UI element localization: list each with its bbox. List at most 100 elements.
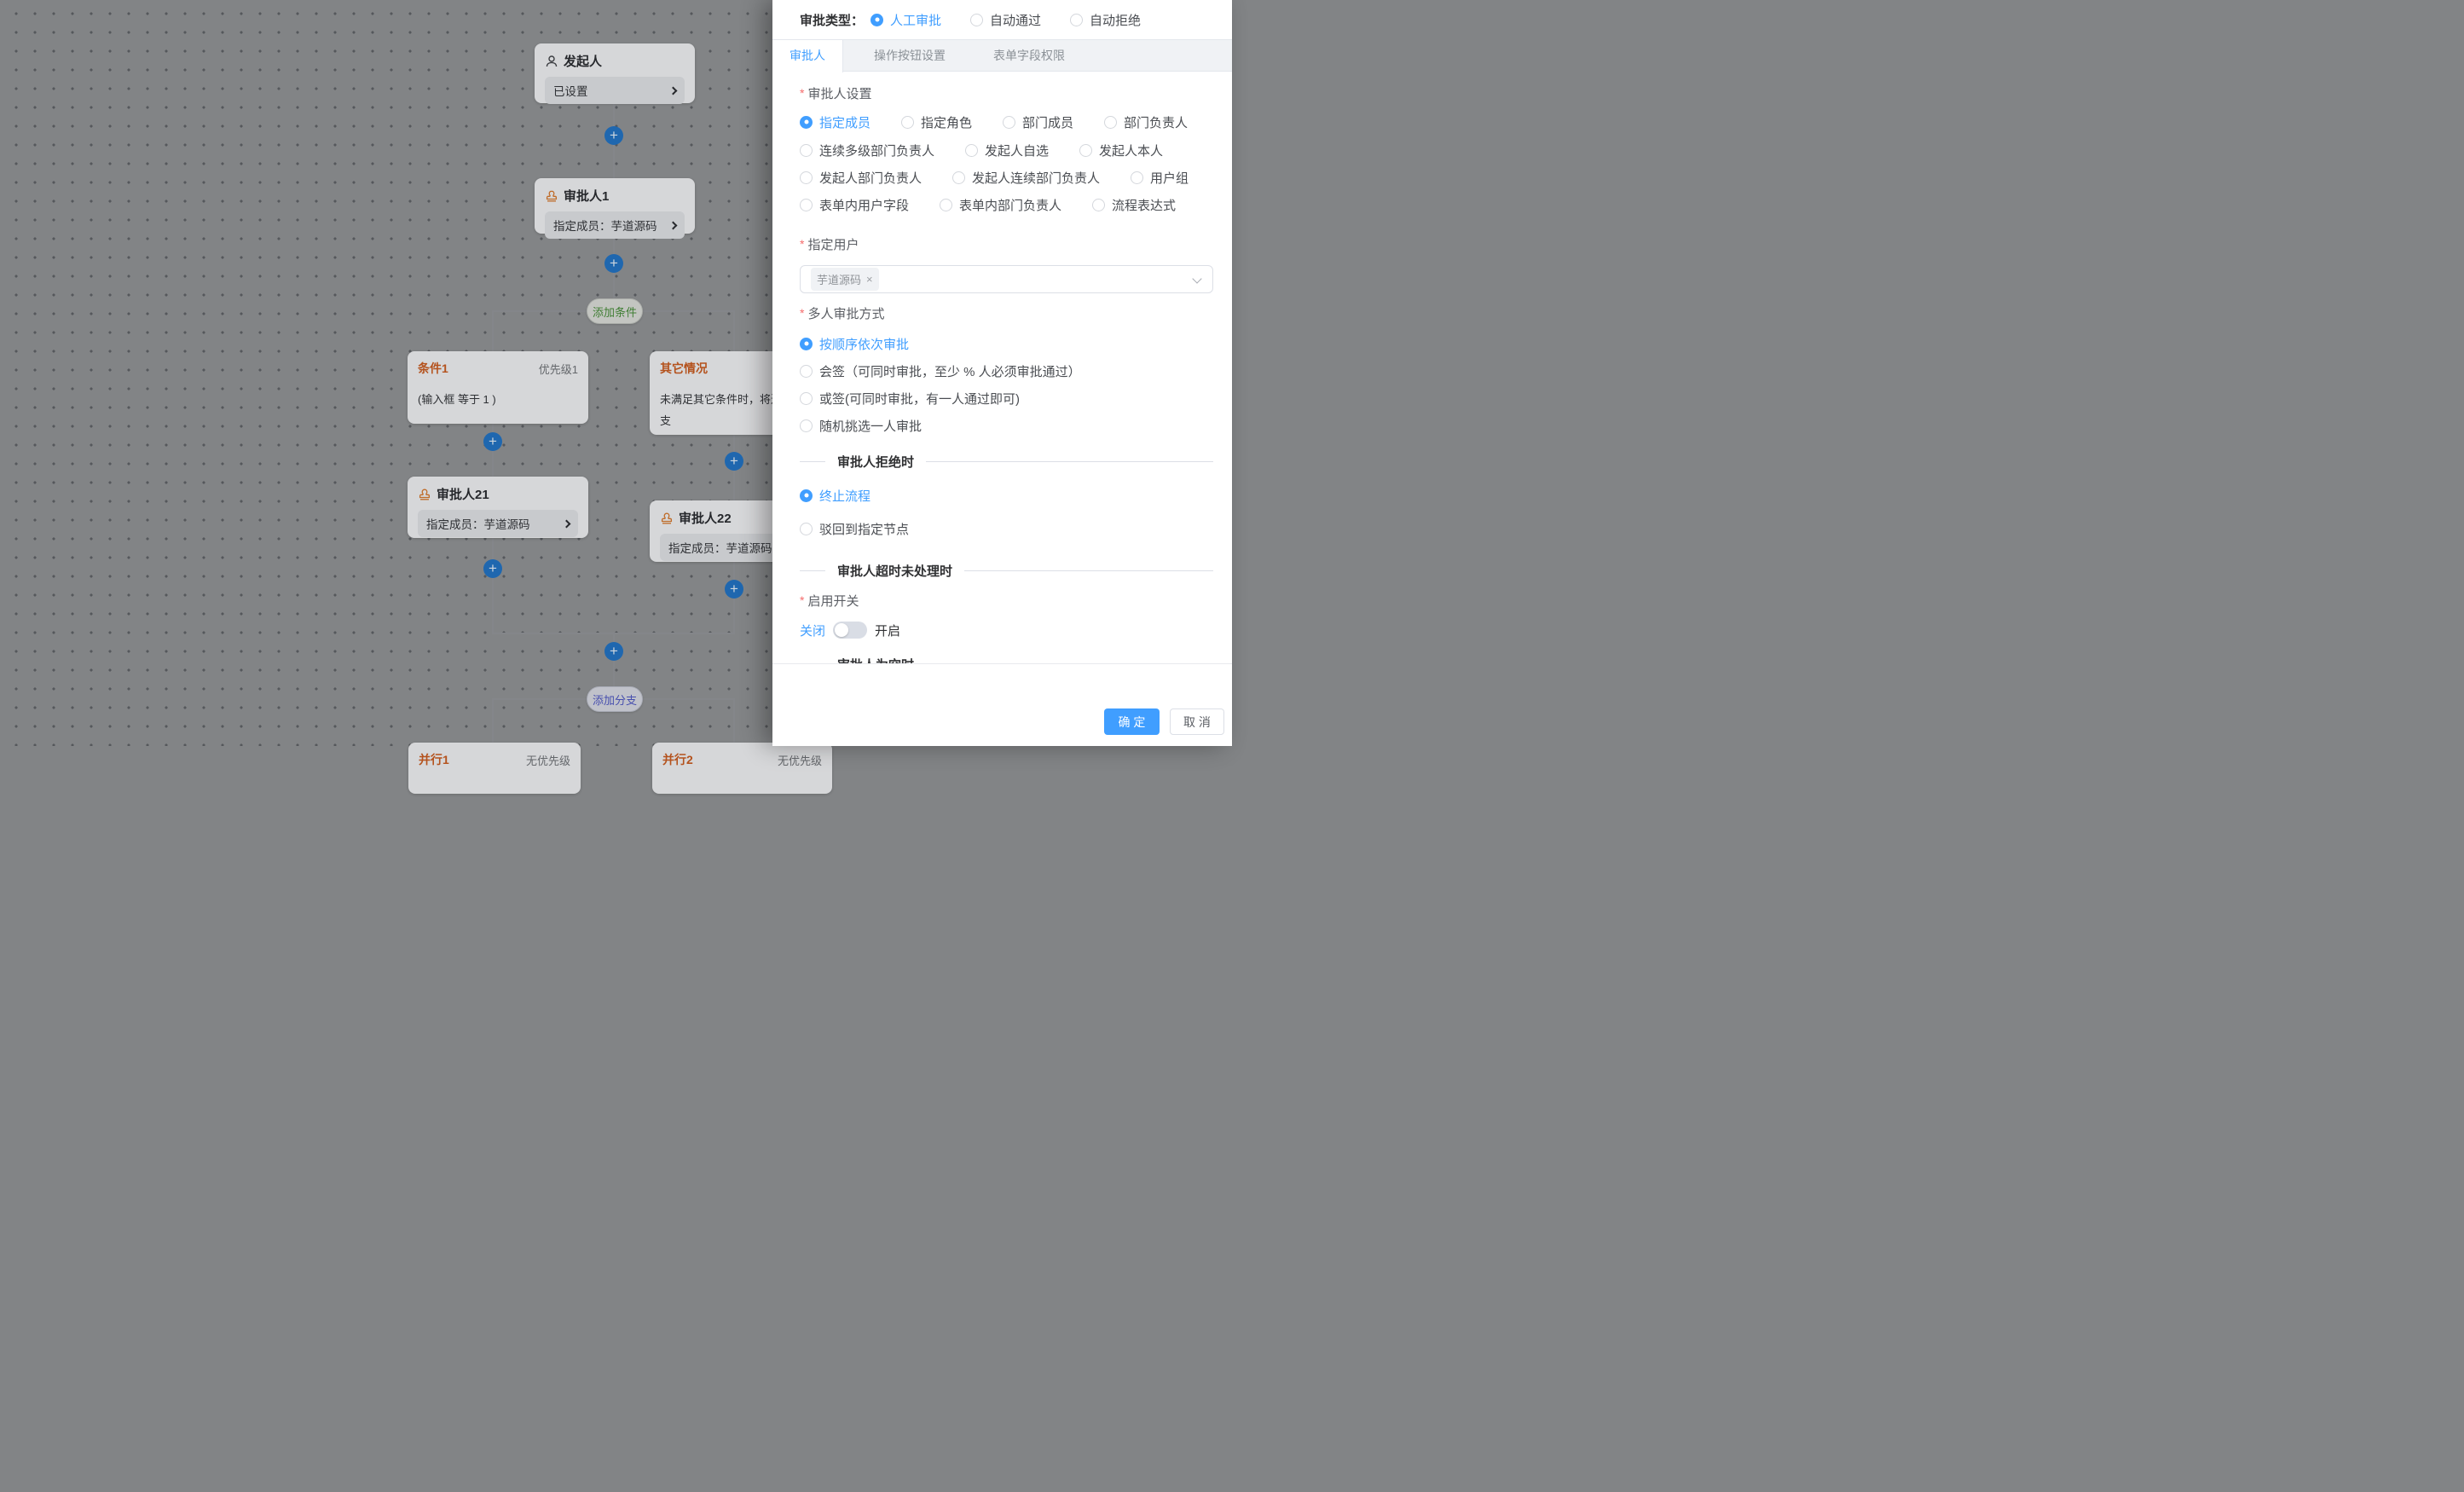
stamp-icon	[660, 512, 674, 525]
empty-approver-section-title: 审批人为空时	[837, 656, 914, 665]
connector-line	[492, 698, 494, 743]
node-config-row[interactable]: 指定成员：芋道源码	[418, 510, 578, 537]
tab-form-field-permission[interactable]: 表单字段权限	[976, 40, 1082, 72]
add-node-button[interactable]	[725, 452, 743, 471]
radio-dot-icon	[800, 489, 813, 502]
radio-dot-icon	[1079, 144, 1092, 157]
approver-setting-label: * 审批人设置	[800, 84, 1213, 103]
switch-off-label: 关闭	[800, 622, 825, 639]
drawer-body: * 审批人设置 指定成员 指定角色 部门成员 部门负责人	[772, 72, 1232, 664]
radio-return-to-node[interactable]: 驳回到指定节点	[800, 520, 909, 538]
add-node-button[interactable]	[604, 126, 623, 145]
tab-approver[interactable]: 审批人	[772, 40, 843, 72]
condition-priority: 优先级1	[539, 361, 578, 377]
add-node-button[interactable]	[483, 559, 502, 578]
radio-form-dept-leader[interactable]: 表单内部门负责人	[940, 196, 1061, 214]
radio-auto-reject[interactable]: 自动拒绝	[1070, 11, 1141, 29]
radio-multi-level-dept-leader[interactable]: 连续多级部门负责人	[800, 142, 934, 159]
radio-random-one[interactable]: 随机挑选一人审批	[800, 417, 922, 435]
radio-manual-approve[interactable]: 人工审批	[870, 11, 941, 29]
radio-user-group[interactable]: 用户组	[1131, 169, 1189, 187]
radio-dot-icon	[800, 523, 813, 535]
cancel-button[interactable]: 取 消	[1170, 708, 1224, 735]
chevron-right-icon	[669, 221, 678, 229]
radio-initiator-multi-dept-leader[interactable]: 发起人连续部门负责人	[952, 169, 1100, 187]
radio-assigned-role[interactable]: 指定角色	[901, 113, 972, 131]
stamp-icon	[418, 488, 431, 501]
radio-initiator-self[interactable]: 发起人本人	[1079, 142, 1163, 159]
radio-assigned-member[interactable]: 指定成员	[800, 113, 870, 131]
radio-dot-icon	[952, 171, 965, 184]
add-node-button[interactable]	[483, 432, 502, 451]
branch-priority: 无优先级	[778, 752, 822, 768]
approver-node-1[interactable]: 审批人1 指定成员：芋道源码	[535, 178, 695, 234]
branch-title: 并行2	[662, 751, 693, 768]
radio-dot-icon	[800, 392, 813, 405]
radio-dot-icon	[800, 116, 813, 129]
add-node-button[interactable]	[604, 642, 623, 661]
drawer-footer: 确 定 取 消	[1104, 708, 1224, 735]
enable-switch-label: * 启用开关	[800, 592, 1213, 610]
start-node[interactable]: 发起人 已设置	[535, 43, 695, 103]
node-title: 发起人	[564, 52, 602, 70]
parallel-node-2[interactable]: 并行2 无优先级	[652, 743, 832, 794]
approve-type-label: 审批类型：	[800, 11, 864, 29]
timeout-section-divider: 审批人超时未处理时	[800, 562, 1213, 579]
radio-dept-leader[interactable]: 部门负责人	[1104, 113, 1188, 131]
toggle-knob	[835, 623, 848, 637]
radio-dot-icon	[800, 338, 813, 350]
condition-title: 其它情况	[660, 360, 708, 377]
chevron-down-icon	[1192, 274, 1201, 283]
radio-initiator-dept-leader[interactable]: 发起人部门负责人	[800, 169, 922, 187]
radio-dot-icon	[1092, 199, 1105, 211]
connector-line	[733, 698, 735, 743]
radio-dot-icon	[800, 365, 813, 378]
radio-dept-member[interactable]: 部门成员	[1003, 113, 1073, 131]
radio-form-user-field[interactable]: 表单内用户字段	[800, 196, 909, 214]
node-config-drawer: 审批类型： 人工审批 自动通过 自动拒绝 审批人 操作按钮设置 表单字段权限 *…	[772, 0, 1232, 746]
radio-process-expression[interactable]: 流程表达式	[1092, 196, 1176, 214]
parallel-node-1[interactable]: 并行1 无优先级	[408, 743, 581, 794]
add-condition-label: 添加条件	[593, 304, 637, 320]
radio-dot-icon	[940, 199, 952, 211]
add-condition-button[interactable]: 添加条件	[587, 298, 643, 324]
branch-title: 并行1	[419, 751, 449, 768]
tag-close-icon[interactable]: ×	[866, 274, 873, 285]
assign-user-label: * 指定用户	[800, 235, 1213, 254]
radio-auto-pass[interactable]: 自动通过	[970, 11, 1041, 29]
stamp-icon	[545, 189, 558, 203]
node-config-text: 指定成员：芋道源码	[426, 515, 530, 532]
condition-node-1[interactable]: 条件1 优先级1 (输入框 等于 1 )	[408, 351, 588, 424]
connector-line	[733, 310, 735, 351]
radio-dot-icon	[965, 144, 978, 157]
node-title: 审批人21	[437, 485, 489, 503]
reject-section-title: 审批人拒绝时	[837, 453, 914, 471]
radio-dot-icon	[800, 199, 813, 211]
approver-node-21[interactable]: 审批人21 指定成员：芋道源码	[408, 477, 588, 538]
radio-dot-icon	[901, 116, 914, 129]
radio-dot-icon	[1003, 116, 1015, 129]
assign-user-select[interactable]: 芋道源码 ×	[800, 265, 1213, 293]
node-title: 审批人1	[564, 187, 609, 205]
add-branch-button[interactable]: 添加分支	[587, 686, 643, 712]
tab-action-buttons[interactable]: 操作按钮设置	[857, 40, 963, 72]
reject-section-divider: 审批人拒绝时	[800, 453, 1213, 470]
radio-initiator-choose[interactable]: 发起人自选	[965, 142, 1049, 159]
node-config-row[interactable]: 已设置	[545, 77, 685, 104]
timeout-switch-row: 关闭 开启	[800, 622, 1213, 639]
radio-or-sign[interactable]: 或签(可同时审批，有一人通过即可)	[800, 390, 1020, 408]
radio-sequential-approve[interactable]: 按顺序依次审批	[800, 335, 909, 353]
radio-terminate-process[interactable]: 终止流程	[800, 487, 870, 505]
node-config-text: 已设置	[553, 82, 588, 99]
chevron-right-icon	[563, 519, 571, 528]
timeout-toggle[interactable]	[833, 622, 867, 639]
user-icon	[545, 55, 558, 68]
branch-priority: 无优先级	[526, 752, 570, 768]
confirm-button[interactable]: 确 定	[1104, 708, 1160, 735]
node-config-row[interactable]: 指定成员：芋道源码	[545, 211, 685, 239]
approve-type-row: 审批类型： 人工审批 自动通过 自动拒绝	[800, 7, 1215, 32]
required-asterisk: *	[800, 237, 804, 251]
add-node-button[interactable]	[604, 254, 623, 273]
add-node-button[interactable]	[725, 580, 743, 599]
radio-countersign[interactable]: 会签（可同时审批，至少 % 人必须审批通过）	[800, 362, 1081, 380]
